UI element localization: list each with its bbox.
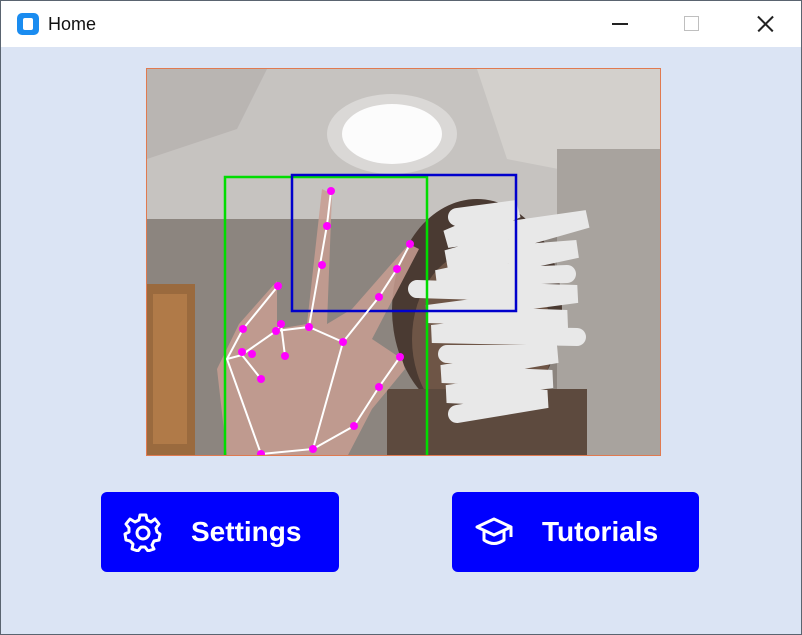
graduation-cap-icon: [475, 517, 513, 545]
camera-frame: [147, 69, 660, 455]
tutorials-label: Tutorials: [542, 516, 659, 547]
close-icon[interactable]: [742, 1, 788, 47]
tutorials-button[interactable]: Tutorials: [452, 492, 699, 572]
settings-button[interactable]: Settings: [101, 492, 339, 572]
title-bar[interactable]: Home: [1, 1, 801, 47]
minimize-icon[interactable]: [597, 1, 643, 47]
app-window: Home Settings Tutorials: [0, 0, 802, 635]
settings-label: Settings: [191, 516, 302, 547]
app-icon: [17, 13, 39, 35]
maximize-icon[interactable]: [668, 1, 714, 47]
gear-icon: [123, 513, 162, 552]
window-title: Home: [48, 14, 97, 34]
camera-feed: [146, 68, 661, 456]
